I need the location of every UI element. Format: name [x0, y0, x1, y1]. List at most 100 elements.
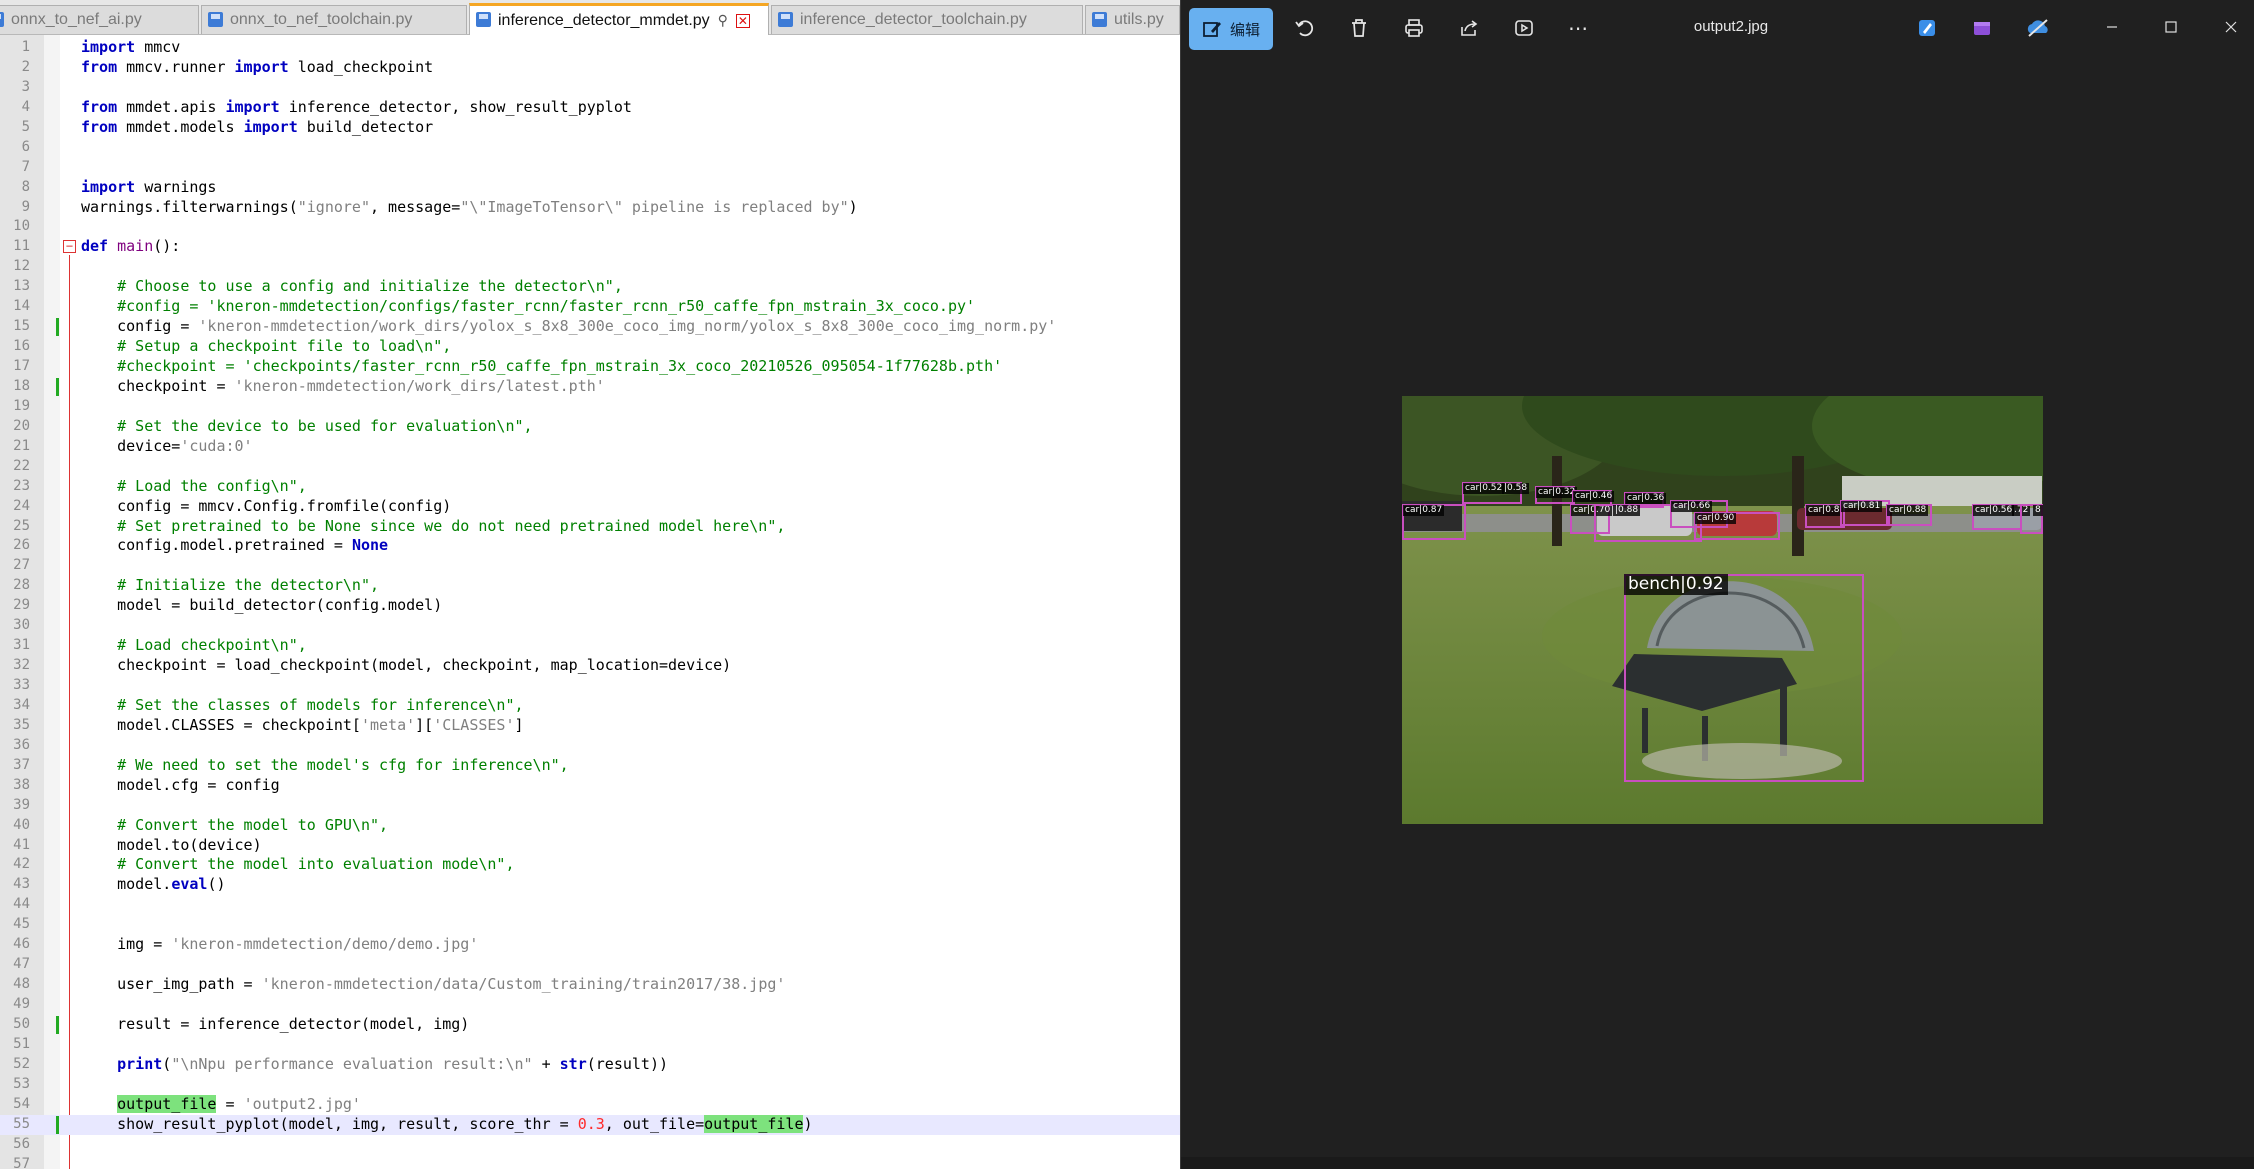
- code-line: 14 #config = 'kneron-mmdetection/configs…: [13, 297, 976, 316]
- code-editor[interactable]: onnx_to_nef_ai.py onnx_to_nef_toolchain.…: [0, 0, 1180, 1169]
- code-line: 57: [13, 1155, 30, 1169]
- code-line: 54 output_file = 'output2.jpg': [13, 1094, 361, 1113]
- maximize-button[interactable]: [2151, 10, 2191, 44]
- code-line: 18 checkpoint = 'kneron-mmdetection/work…: [13, 376, 605, 396]
- code-line: 42 # Convert the model into evaluation m…: [13, 855, 515, 874]
- code-line: 29 model = build_detector(config.model): [13, 596, 443, 615]
- code-line: 8 import warnings: [21, 177, 217, 196]
- slideshow-button[interactable]: [1504, 8, 1544, 48]
- displayed-image: bench|0.92 car|0.87 car|0.52 |0.58 car|0…: [1402, 396, 2043, 824]
- detection-label: car|0.81: [1841, 501, 1883, 512]
- onedrive-button[interactable]: [2018, 8, 2058, 48]
- detection-label: car|0.56: [1973, 505, 2015, 516]
- code-line: 48 user_img_path = 'kneron-mmdetection/d…: [13, 975, 786, 994]
- close-window-button[interactable]: [2211, 10, 2251, 44]
- tab-utils[interactable]: utils.py: [1085, 5, 1180, 34]
- code-line: 12: [13, 258, 30, 275]
- tab-label: onnx_to_nef_ai.py: [11, 11, 142, 28]
- code-line: 56: [13, 1135, 30, 1152]
- clipchamp-button[interactable]: [1962, 8, 2002, 48]
- code-line: 22: [13, 457, 30, 474]
- minimize-icon: [2107, 26, 2117, 28]
- code-line: 53: [13, 1075, 30, 1092]
- tab-label: inference_detector_mmdet.py: [498, 11, 710, 29]
- code-line: 27: [13, 557, 30, 574]
- code-line: 23 # Load the config\n",: [13, 476, 307, 495]
- share-icon: [1461, 20, 1478, 36]
- more-options-icon[interactable]: ⋯: [1559, 8, 1599, 48]
- filmstrip-bar: [1181, 1157, 2254, 1169]
- image-filename: output2.jpg: [1693, 18, 1769, 35]
- code-line: 1 import mmcv: [21, 38, 181, 56]
- code-line: 21 device='cuda:0': [13, 436, 253, 455]
- detection-label: 8: [2033, 505, 2043, 516]
- photo-viewer: 编辑 ⋯ output2.jpg bench|0.92 car|0.87 car…: [1181, 0, 2254, 1169]
- code-line: 28 # Initialize the detector\n",: [13, 576, 380, 595]
- detection-label: car|0.46: [1573, 491, 1615, 502]
- code-line: 49: [13, 996, 30, 1012]
- python-file-icon: [1092, 12, 1107, 27]
- code-line: 38 model.cfg = config: [13, 775, 280, 794]
- detection-label: |0.88: [1613, 505, 1641, 516]
- change-marker: [56, 377, 59, 396]
- code-line: 44: [13, 896, 30, 913]
- python-file-icon: [476, 12, 491, 27]
- code-line: 7: [21, 158, 30, 175]
- rotate-icon: [1295, 20, 1314, 37]
- tab-inference-detector-mmdet[interactable]: inference_detector_mmdet.py ⚲ ✕: [469, 3, 769, 35]
- edit-image-icon: [1203, 22, 1221, 37]
- pin-icon[interactable]: ⚲: [718, 12, 728, 29]
- code-area[interactable]: 1 import mmcv 2 from mmcv.runner import lo…: [0, 38, 1180, 1169]
- python-file-icon: [208, 12, 223, 27]
- code-line: 9 warnings.filterwarnings("ignore", messa…: [21, 197, 858, 216]
- code-line: 24 config = mmcv.Config.fromfile(config): [13, 496, 452, 515]
- code-line: 31 # Load checkpoint\n",: [13, 636, 307, 655]
- code-line: 30: [13, 617, 30, 634]
- code-line: 26 config.model.pretrained = None: [13, 536, 389, 555]
- close-tab-icon[interactable]: ✕: [735, 13, 750, 28]
- detection-label: car|0.8: [1806, 505, 1842, 516]
- trash-icon: [1352, 19, 1366, 37]
- tab-inference-detector-toolchain[interactable]: inference_detector_toolchain.py: [771, 5, 1083, 34]
- close-icon: [2225, 21, 2237, 33]
- print-button[interactable]: [1394, 8, 1434, 48]
- share-button[interactable]: [1449, 8, 1489, 48]
- code-line: 13 # Choose to use a config and initiali…: [13, 277, 623, 296]
- code-line: 32 checkpoint = load_checkpoint(model, c…: [13, 656, 732, 675]
- rotate-button[interactable]: [1285, 8, 1325, 48]
- tab-onnx-to-nef-ai[interactable]: onnx_to_nef_ai.py: [0, 5, 199, 34]
- code-line: 41 model.to(device): [13, 835, 262, 854]
- python-file-icon: [778, 12, 793, 27]
- paint-app-button[interactable]: [1907, 8, 1947, 48]
- code-line: 34 # Set the classes of models for infer…: [13, 695, 524, 714]
- edit-button[interactable]: 编辑: [1189, 8, 1273, 50]
- onedrive-cloud-icon: [2027, 19, 2048, 37]
- tab-onnx-to-nef-toolchain[interactable]: onnx_to_nef_toolchain.py: [201, 5, 467, 34]
- code-line: 52 print("\nNpu performance evaluation r…: [13, 1054, 669, 1073]
- code-line: 33: [13, 677, 30, 693]
- tab-label: inference_detector_toolchain.py: [800, 11, 1027, 28]
- detection-label: car|0.88: [1887, 505, 1929, 516]
- code-line: 35 model.CLASSES = checkpoint['meta']['C…: [13, 715, 524, 734]
- detection-label: bench|0.92: [1624, 574, 1728, 595]
- code-line: 10: [13, 218, 30, 235]
- tab-bar: onnx_to_nef_ai.py onnx_to_nef_toolchain.…: [0, 0, 1180, 35]
- delete-button[interactable]: [1339, 8, 1379, 48]
- play-icon: [1515, 20, 1533, 36]
- code-line: 37 # We need to set the model's cfg for …: [13, 755, 569, 774]
- fold-toggle-icon[interactable]: −: [63, 240, 76, 254]
- minimize-button[interactable]: [2092, 10, 2132, 44]
- change-marker: [56, 1115, 59, 1134]
- detection-label: car|0.66: [1671, 501, 1713, 512]
- detection-label: |0.58: [1502, 483, 1530, 494]
- code-line: 2 from mmcv.runner import load_checkpoint: [21, 57, 434, 76]
- detection-label: car|0.36: [1625, 493, 1667, 504]
- detection-box-bench: [1624, 574, 1864, 782]
- code-line: 25 # Set pretrained to be None since we …: [13, 516, 786, 535]
- code-line: 4 from mmdet.apis import inference_detect…: [21, 97, 632, 116]
- change-marker: [56, 1015, 59, 1034]
- edit-button-label: 编辑: [1229, 20, 1260, 39]
- code-line: 43 model.eval(): [13, 875, 226, 894]
- tab-label: utils.py: [1114, 11, 1164, 28]
- code-line: 15 config = 'kneron-mmdetection/work_dir…: [13, 317, 1057, 337]
